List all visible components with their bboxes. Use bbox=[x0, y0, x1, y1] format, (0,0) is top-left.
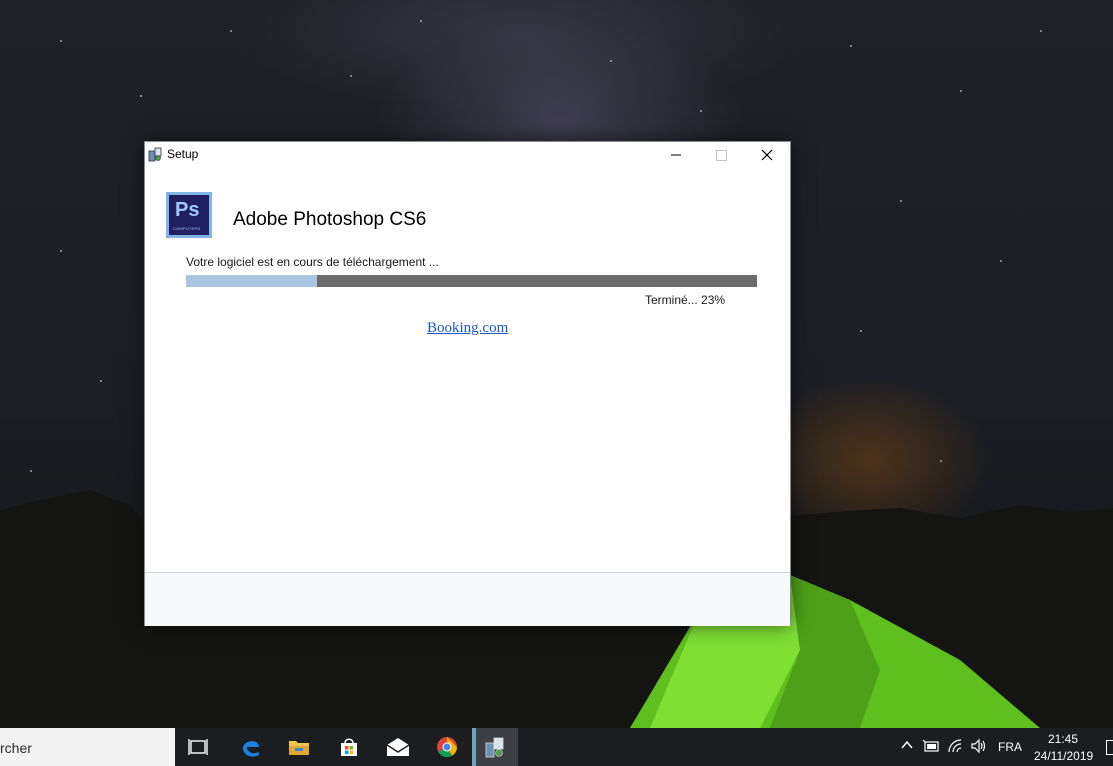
clock-time[interactable]: 21:45 bbox=[1048, 732, 1078, 746]
close-button[interactable] bbox=[744, 142, 790, 166]
photoshop-logo: Ps COMPUTERS bbox=[166, 192, 212, 238]
store-button[interactable] bbox=[326, 728, 372, 766]
maximize-button[interactable] bbox=[698, 142, 744, 166]
file-explorer-button[interactable] bbox=[276, 728, 322, 766]
mail-icon bbox=[386, 738, 410, 756]
download-status: Votre logiciel est en cours de télécharg… bbox=[186, 255, 439, 269]
search-placeholder: rcher bbox=[0, 740, 32, 756]
logo-letters: Ps bbox=[175, 199, 200, 221]
chrome-icon bbox=[437, 737, 458, 758]
logo-subtext: COMPUTERS bbox=[173, 226, 201, 231]
setup-window: Setup Ps COMPUTERS Adobe Photoshop CS6 V… bbox=[144, 141, 791, 626]
edge-icon bbox=[243, 741, 259, 757]
search-box[interactable]: rcher bbox=[0, 728, 175, 766]
clock-date[interactable]: 24/11/2019 bbox=[1034, 749, 1093, 763]
setup-taskbar-button[interactable] bbox=[472, 728, 518, 766]
progress-percent-text: Terminé... 23% bbox=[645, 293, 726, 307]
close-icon bbox=[761, 149, 773, 161]
minimize-button[interactable] bbox=[653, 142, 699, 166]
window-title: Setup bbox=[167, 147, 199, 161]
store-icon bbox=[341, 738, 357, 756]
chevron-up-icon[interactable] bbox=[900, 738, 914, 752]
download-progress-bar bbox=[186, 275, 757, 287]
progress-fill bbox=[186, 275, 318, 287]
volume-icon[interactable] bbox=[970, 738, 988, 754]
setup-app-icon bbox=[148, 147, 162, 162]
maximize-icon bbox=[715, 149, 727, 161]
mail-button[interactable] bbox=[374, 728, 420, 766]
minimize-icon bbox=[671, 154, 681, 156]
setup-app-icon bbox=[485, 737, 504, 758]
title-bar[interactable]: Setup bbox=[145, 142, 790, 166]
task-view-icon bbox=[188, 739, 208, 755]
battery-icon[interactable] bbox=[922, 738, 940, 754]
product-name: Adobe Photoshop CS6 bbox=[233, 209, 427, 230]
language-indicator[interactable]: FRA bbox=[998, 740, 1022, 754]
wifi-icon[interactable] bbox=[947, 738, 965, 754]
task-view-button[interactable] bbox=[176, 728, 222, 766]
booking-link[interactable]: Booking.com bbox=[427, 320, 508, 337]
chrome-button[interactable] bbox=[424, 728, 470, 766]
taskbar: rcher FRA 21:45 24/11/2019 bbox=[0, 728, 1113, 766]
edge-button[interactable] bbox=[228, 728, 274, 766]
window-footer bbox=[145, 572, 790, 626]
notification-icon[interactable] bbox=[1106, 740, 1113, 755]
file-explorer-icon bbox=[289, 741, 309, 755]
